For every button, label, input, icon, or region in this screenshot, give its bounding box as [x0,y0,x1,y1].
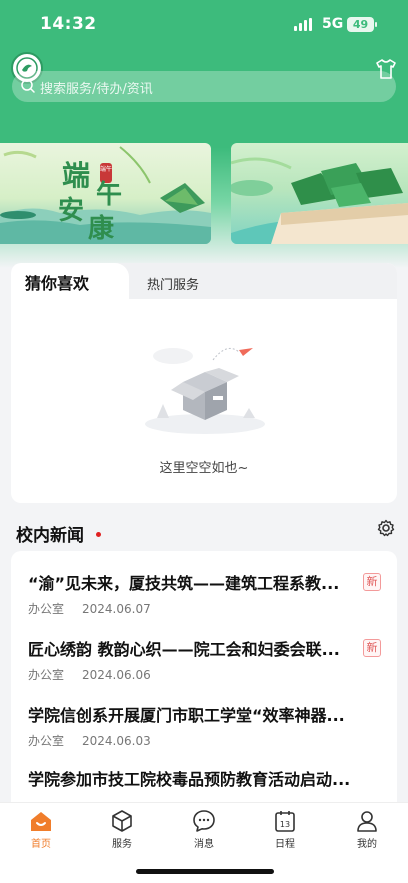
network-type: 5G [322,16,344,32]
nav-schedule[interactable]: 13 日程 [255,809,315,853]
news-list: “渝”见未来，厦技共筑——建筑工程系教... 新 办公室 2024.06.07 匠… [11,551,397,811]
news-item-title: 学院参加市技工院校毒品预防教育活动启动... [28,770,351,789]
nav-label: 我的 [357,839,377,850]
nav-profile[interactable]: 我的 [337,809,397,853]
user-icon [357,811,377,832]
news-item[interactable]: 学院信创系开展厦门市职工学堂“效率神器... 办公室 2024.06.03 [11,702,397,768]
new-badge: 新 [363,639,381,657]
tab-label: 猜你喜欢 [25,274,90,293]
nav-messages[interactable]: 消息 [174,809,234,853]
tab-guess-you-like[interactable]: 猜你喜欢 [11,263,129,299]
news-item-meta: 办公室 2024.06.03 [28,732,151,749]
nav-label: 消息 [194,839,214,850]
news-item[interactable]: “渝”见未来，厦技共筑——建筑工程系教... 新 办公室 2024.06.07 [11,570,397,636]
signal-icon [294,18,314,31]
cube-icon [112,810,132,832]
nav-label: 首页 [31,839,51,850]
new-badge: 新 [363,573,381,591]
news-item-date: 2024.06.03 [82,734,151,748]
news-item-title: 匠心绣韵 教韵心织——院工会和妇委会联... [28,640,340,659]
news-section-title: 校内新闻 [16,526,84,546]
banner-art-char-3: 安 [58,196,84,226]
message-icon [193,810,215,832]
nav-label: 服务 [112,839,132,850]
status-time: 14:32 [40,14,97,34]
news-item-meta: 办公室 2024.06.07 [28,600,151,617]
news-unread-dot [96,532,101,537]
home-icon [31,812,51,831]
banner-art-char-1: 端 [62,159,90,192]
banner-artwork-2 [231,157,408,244]
recommend-tabs: 猜你喜欢 热门服务 [11,263,397,299]
news-item-date: 2024.06.07 [82,602,151,616]
tab-popular-services[interactable]: 热门服务 [147,274,199,293]
search-bar[interactable]: 搜索服务/待办/资讯 [12,71,396,102]
banner-art-char-2: 午 [96,179,122,210]
news-item-title: 学院信创系开展厦门市职工学堂“效率神器... [28,706,345,725]
news-item-source: 办公室 [28,602,65,616]
news-item-meta: 办公室 2024.06.06 [28,666,151,683]
banner-art-char-4: 康 [88,213,115,244]
nav-home[interactable]: 首页 [11,809,71,853]
nav-services[interactable]: 服务 [92,809,152,853]
banner-dragon-boat-festival[interactable]: 端午 端 午 安 康 [0,143,211,244]
calendar-icon-text: 13 [280,820,290,829]
nav-label: 日程 [275,839,295,850]
search-icon [21,79,35,93]
news-item-source: 办公室 [28,734,65,748]
news-item[interactable]: 匠心绣韵 教韵心织——院工会和妇委会联... 新 办公室 2024.06.06 [11,636,397,702]
news-item-title: “渝”见未来，厦技共筑——建筑工程系教... [28,574,340,593]
search-input[interactable]: 搜索服务/待办/资讯 [40,78,153,97]
banner-seal-text: 端午 [100,165,112,173]
banner-zongzi[interactable] [231,143,408,244]
empty-state-text: 这里空空如也~ [159,461,249,476]
calendar-icon: 13 [275,811,295,832]
recommend-card: 猜你喜欢 热门服务 这里空空如也~ [11,263,397,503]
gear-icon[interactable] [377,519,395,537]
status-bar: 14:32 5G 49 [0,0,408,50]
theme-shirt-icon[interactable] [374,58,398,80]
news-item-date: 2024.06.06 [82,668,151,682]
banner-artwork: 端午 端 午 安 康 [0,146,211,244]
battery-icon: 49 [347,17,377,32]
empty-box-illustration [145,347,265,434]
home-indicator [136,869,274,874]
news-item-source: 办公室 [28,668,65,682]
